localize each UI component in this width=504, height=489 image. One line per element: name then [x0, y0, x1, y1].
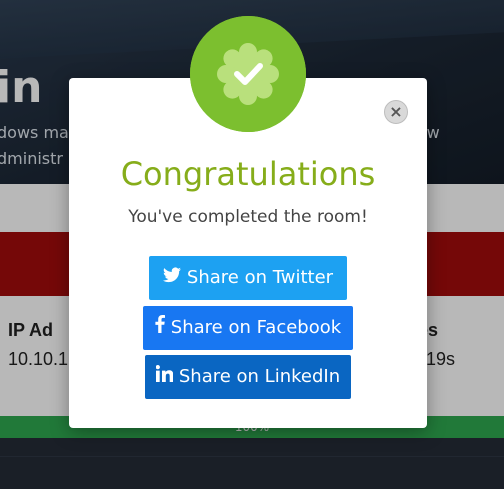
check-badge-icon: [190, 16, 306, 132]
share-linkedin-label: Share on LinkedIn: [178, 366, 341, 387]
facebook-icon: [155, 306, 165, 350]
close-icon: ×: [389, 102, 403, 121]
share-facebook-label: Share on Facebook: [170, 317, 342, 338]
share-facebook-button[interactable]: Share on Facebook: [143, 306, 353, 350]
close-button[interactable]: ×: [384, 100, 408, 124]
share-twitter-button[interactable]: Share on Twitter: [149, 256, 347, 300]
share-twitter-label: Share on Twitter: [186, 267, 334, 288]
twitter-icon: [162, 256, 181, 300]
linkedin-icon: [155, 355, 174, 399]
modal-subtitle: You've completed the room!: [128, 207, 368, 227]
share-linkedin-button[interactable]: Share on LinkedIn: [145, 355, 351, 399]
modal-title: Congratulations: [120, 155, 376, 193]
